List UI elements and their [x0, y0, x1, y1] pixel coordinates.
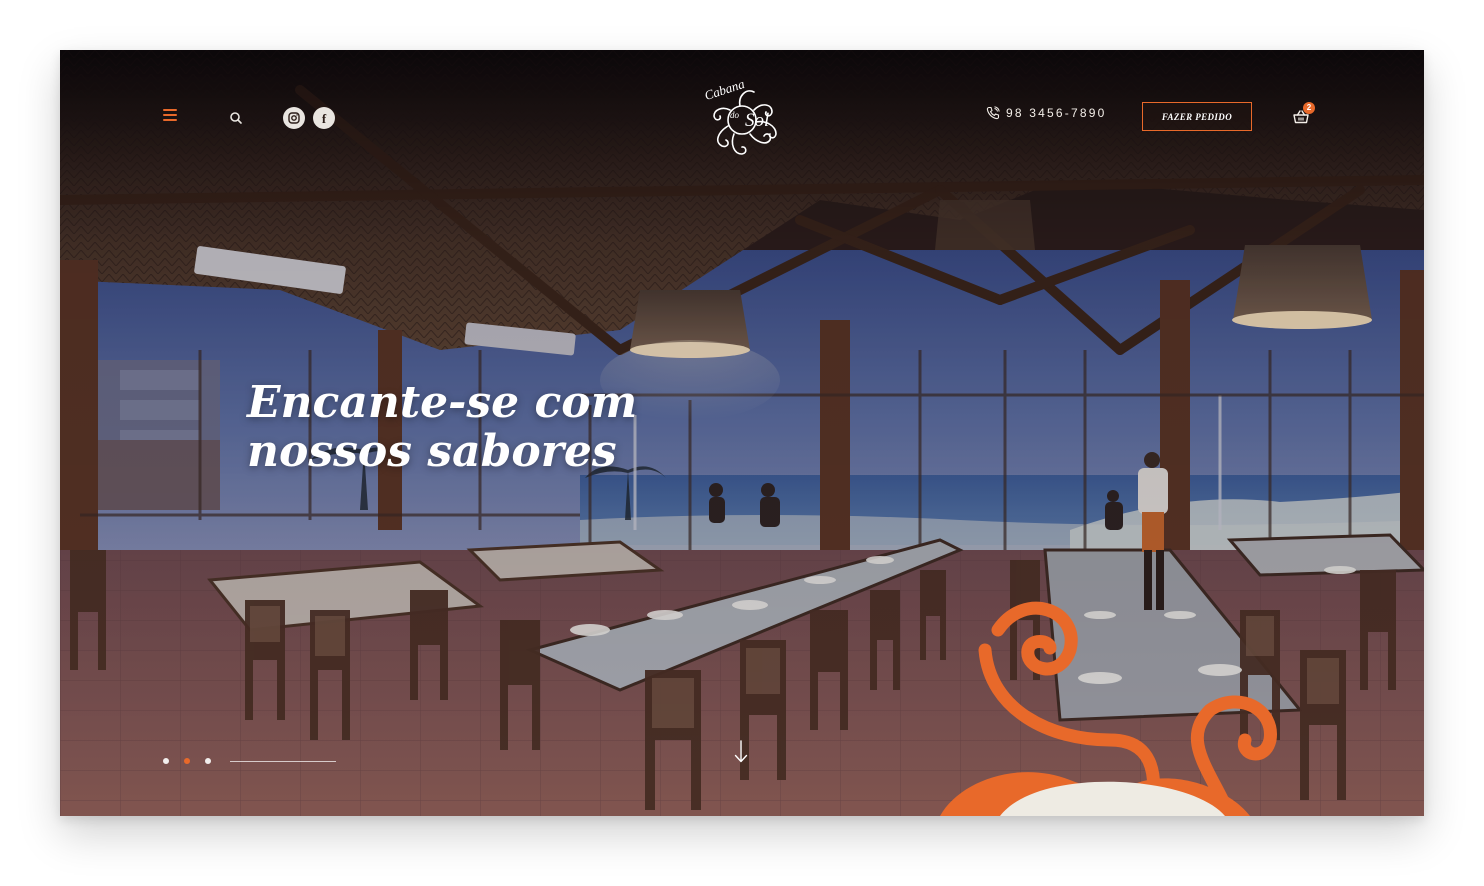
- menu-button[interactable]: [161, 109, 179, 125]
- instagram-link[interactable]: [283, 107, 305, 129]
- logo[interactable]: Cabana do Sol: [700, 76, 784, 160]
- logo-text-sol: Sol: [745, 110, 770, 131]
- search-icon: [230, 112, 242, 124]
- arrow-down-icon: [734, 740, 748, 763]
- slider-progress-line: [230, 760, 336, 762]
- phone-icon: [986, 106, 1000, 120]
- hero-title-line-1: Encante-se com: [247, 377, 638, 428]
- order-button[interactable]: FAZER PEDIDO: [1142, 102, 1252, 131]
- slider-dot-2[interactable]: [184, 758, 190, 764]
- hamburger-icon-bar-middle: [163, 114, 177, 116]
- hero-title-line-2: nossos sabores: [247, 426, 617, 477]
- phone-link[interactable]: 98 3456-7890: [986, 106, 1106, 120]
- search-button[interactable]: [227, 109, 245, 127]
- slider-dot-3[interactable]: [205, 758, 211, 764]
- hero-section: f Cabana do Sol 98 3456-7890 FAZER PEDID…: [60, 50, 1424, 816]
- hamburger-icon-bar-bottom: [163, 119, 177, 121]
- site-header: f Cabana do Sol 98 3456-7890 FAZER PEDID…: [60, 50, 1424, 190]
- facebook-link[interactable]: f: [313, 107, 335, 129]
- facebook-icon: f: [321, 110, 327, 126]
- instagram-icon: [288, 112, 300, 124]
- logo-text-do: do: [730, 110, 739, 120]
- slider-pagination: [163, 757, 336, 765]
- scroll-down-button[interactable]: [734, 740, 748, 764]
- hamburger-icon-bar-top: [163, 109, 177, 111]
- order-button-label: FAZER PEDIDO: [1161, 111, 1233, 122]
- cart-count-badge: 2: [1303, 102, 1315, 114]
- slider-dot-1[interactable]: [163, 758, 169, 764]
- hero-title: Encante-se com nossos sabores: [247, 378, 667, 476]
- phone-number: 98 3456-7890: [1006, 106, 1107, 120]
